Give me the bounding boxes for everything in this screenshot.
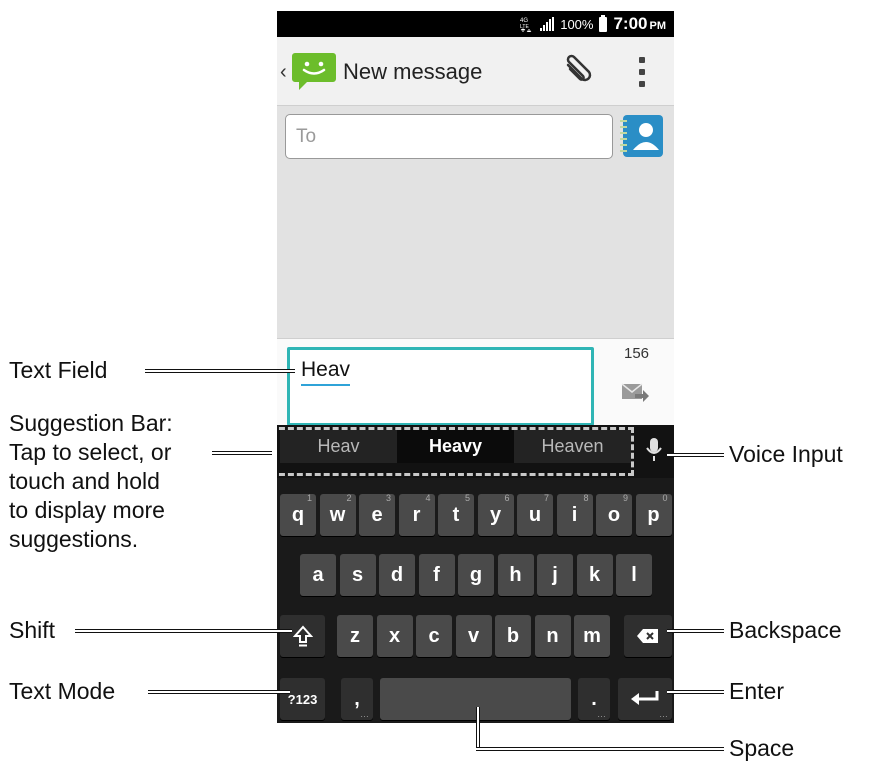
overflow-menu-icon[interactable] (638, 57, 646, 87)
signal-strength-icon (540, 17, 555, 31)
back-chevron-icon[interactable]: ‹ (280, 61, 287, 84)
enter-key[interactable]: … (618, 678, 672, 720)
comma-key[interactable]: ,… (341, 678, 373, 720)
suggestion-item[interactable]: Heav (280, 430, 397, 463)
svg-text:LTE: LTE (520, 24, 529, 30)
leader-line (667, 690, 724, 694)
app-bar: ‹ New message (277, 37, 674, 106)
keyboard-key[interactable]: m (574, 615, 610, 657)
keyboard-key[interactable]: u7 (517, 493, 553, 536)
keyboard-key[interactable]: y6 (477, 493, 514, 536)
recipient-to-field[interactable]: To (285, 114, 613, 159)
leader-line (212, 451, 272, 455)
leader-line (476, 747, 724, 751)
suggestion-item[interactable]: Heaven (514, 430, 631, 463)
leader-line (667, 453, 724, 457)
keyboard-key[interactable]: s (339, 554, 376, 596)
callout-text-field: Text Field (9, 357, 108, 383)
leader-line (667, 629, 724, 633)
on-screen-keyboard: Heav Heavy Heaven q1w2e3r4t5y6u7i8o9p0 a… (277, 425, 674, 723)
keyboard-key[interactable]: d (379, 554, 415, 596)
keyboard-key[interactable]: g (458, 554, 494, 596)
page-title: New message (343, 59, 483, 84)
keyboard-key[interactable]: t5 (438, 493, 474, 536)
keyboard-key[interactable]: p0 (635, 493, 672, 536)
keyboard-key[interactable]: h (497, 554, 534, 596)
microphone-icon[interactable] (637, 430, 672, 470)
send-icon[interactable] (621, 381, 649, 405)
status-bar: 4G LTE 100% 7:00 PM (277, 11, 674, 37)
shift-key[interactable] (280, 615, 325, 657)
battery-icon (599, 14, 608, 32)
keyboard-key[interactable]: x (376, 615, 413, 657)
callout-enter: Enter (729, 678, 784, 704)
messaging-app-icon[interactable] (291, 51, 338, 91)
leader-line (148, 690, 290, 694)
keyboard-key[interactable]: q1 (280, 493, 316, 536)
keyboard-key[interactable]: z (337, 615, 373, 657)
network-4g-lte-icon: 4G LTE (520, 16, 534, 32)
keyboard-key[interactable]: a (300, 554, 336, 596)
callout-backspace: Backspace (729, 617, 842, 643)
keyboard-key[interactable]: c (416, 615, 452, 657)
battery-percent: 100% (560, 16, 594, 32)
keyboard-key[interactable]: b (495, 615, 531, 657)
attach-paperclip-icon[interactable] (560, 53, 596, 89)
text-mode-key[interactable]: ?123 (280, 678, 325, 720)
keyboard-key[interactable]: r4 (398, 493, 435, 536)
to-placeholder: To (296, 126, 317, 147)
callout-suggestion-bar: Suggestion Bar: Tap to select, or touch … (9, 410, 173, 552)
keyboard-key[interactable]: o9 (596, 493, 632, 536)
keyboard-key[interactable]: l (616, 554, 652, 596)
keyboard-key[interactable]: j (537, 554, 573, 596)
contacts-book-icon[interactable] (618, 112, 666, 160)
suggestion-bar: Heav Heavy Heaven (277, 425, 674, 478)
suggestion-item[interactable]: Heavy (397, 430, 514, 463)
leader-line (145, 369, 295, 373)
keyboard-key[interactable]: w2 (319, 493, 356, 536)
backspace-key[interactable] (624, 615, 672, 657)
message-text-value: Heav (301, 358, 351, 386)
phone-screen: 4G LTE 100% 7:00 PM ‹ New message To Hea… (277, 11, 674, 723)
char-counter: 156 (624, 345, 650, 362)
clock: 7:00 PM (613, 14, 666, 33)
callout-voice-input: Voice Input (729, 441, 843, 467)
leader-line (75, 629, 292, 633)
keyboard-key[interactable]: f (418, 554, 455, 596)
callout-shift: Shift (9, 617, 56, 643)
keyboard-key[interactable]: k (576, 554, 613, 596)
callout-text-mode: Text Mode (9, 678, 116, 704)
callout-space: Space (729, 735, 795, 761)
message-text-field[interactable]: Heav (287, 347, 594, 426)
compose-area: Heav 156 (277, 338, 674, 426)
leader-line (476, 707, 480, 749)
keyboard-key[interactable]: i8 (556, 493, 593, 536)
period-key[interactable]: .… (578, 678, 610, 720)
keyboard-key[interactable]: n (534, 615, 571, 657)
keyboard-key[interactable]: e3 (359, 493, 395, 536)
keyboard-key[interactable]: v (455, 615, 492, 657)
